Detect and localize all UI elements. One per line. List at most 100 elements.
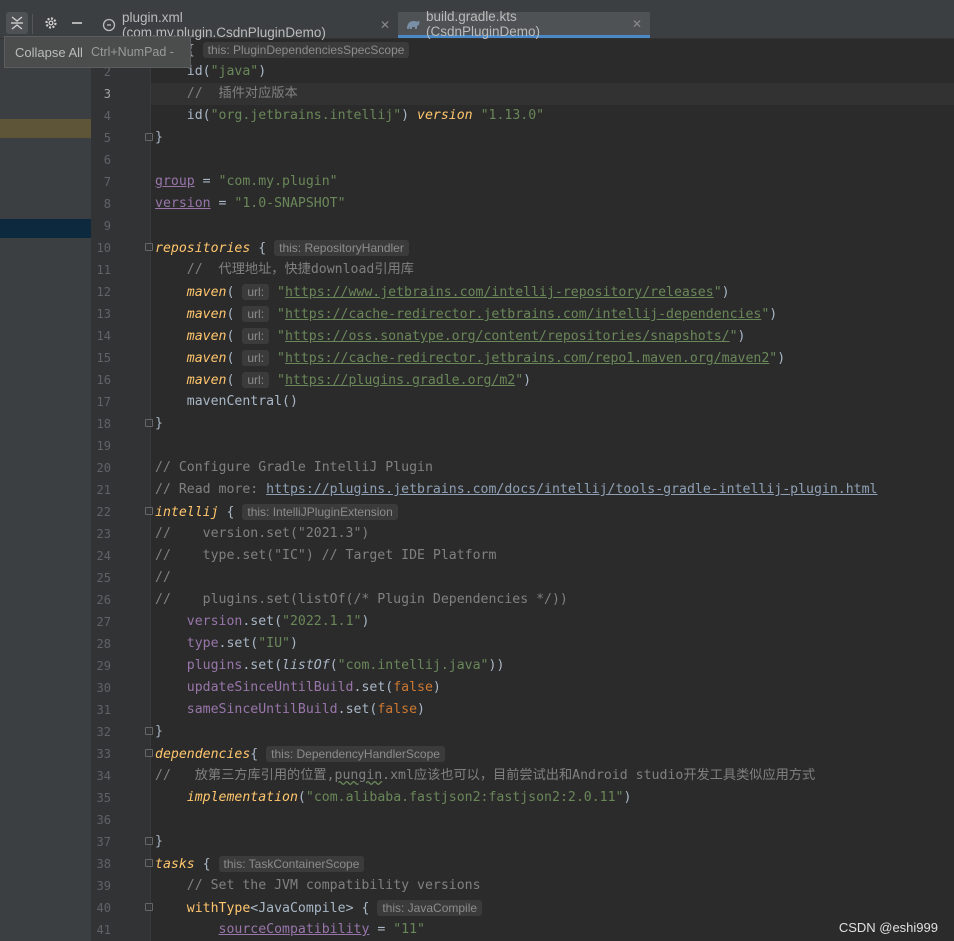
fold-marker-icon[interactable]: [145, 507, 153, 515]
code-line[interactable]: 9: [91, 215, 954, 237]
property: group: [155, 174, 195, 189]
code-text: ): [401, 108, 418, 123]
url-link[interactable]: https://plugins.gradle.org/m2: [285, 373, 515, 388]
code-line[interactable]: ins { this: PluginDependenciesSpecScope: [91, 39, 954, 61]
code-line[interactable]: 8 version = "1.0-SNAPSHOT": [91, 193, 954, 215]
code-line[interactable]: 14 maven( url: "https://oss.sonatype.org…: [91, 325, 954, 347]
code-line[interactable]: 23 // version.set("2021.3"): [91, 523, 954, 545]
line-number: 3: [103, 87, 111, 101]
close-icon[interactable]: ✕: [632, 17, 642, 31]
line-number: 33: [96, 747, 111, 761]
property: version: [186, 614, 243, 629]
fold-marker-icon[interactable]: [145, 727, 153, 735]
fold-marker-icon[interactable]: [145, 859, 153, 867]
url-link[interactable]: https://www.jetbrains.com/intellij-repos…: [285, 285, 714, 300]
property: version: [155, 196, 211, 211]
code-text: ): [623, 790, 632, 805]
code-line[interactable]: 34 // 放第三方库引用的位置,pungin.xml应该也可以，目前尝试出和An…: [91, 765, 954, 787]
keyword: false: [377, 702, 418, 717]
tooltip-shortcut: Ctrl+NumPad -: [90, 45, 174, 59]
tab-build-gradle[interactable]: build.gradle.kts (CsdnPluginDemo) ✕: [398, 8, 650, 39]
code-line[interactable]: 4 id("org.jetbrains.intellij") version "…: [91, 105, 954, 127]
string-literal: "IU": [258, 636, 290, 651]
infix-function: version: [417, 108, 473, 123]
code-line[interactable]: 16 maven( url: "https://plugins.gradle.o…: [91, 369, 954, 391]
string-literal: "com.my.plugin": [218, 174, 338, 189]
code-line[interactable]: 20 // Configure Gradle IntelliJ Plugin: [91, 457, 954, 479]
fold-marker-icon[interactable]: [145, 749, 153, 757]
code-line[interactable]: 10 repositories { this: RepositoryHandler: [91, 237, 954, 259]
code-line[interactable]: 2 id("java"): [91, 61, 954, 83]
line-number: 27: [96, 615, 111, 629]
code-line[interactable]: 38 tasks { this: TaskContainerScope: [91, 853, 954, 875]
function-call: repositories: [155, 241, 251, 256]
fold-marker-icon[interactable]: [145, 419, 153, 427]
code-line[interactable]: 37}: [91, 831, 954, 853]
code-line[interactable]: 13 maven( url: "https://cache-redirector…: [91, 303, 954, 325]
string-literal: "com.alibaba.fastjson2:fastjson2:2.0.11": [305, 790, 624, 805]
code-editor[interactable]: ins { this: PluginDependenciesSpecScope …: [91, 39, 954, 941]
line-number: 8: [103, 197, 111, 211]
code-line[interactable]: 6: [91, 149, 954, 171]
line-number: 37: [96, 835, 111, 849]
code-line[interactable]: 17 mavenCentral(): [91, 391, 954, 413]
project-tool-window[interactable]: [0, 39, 91, 941]
code-line[interactable]: 33 dependencies{ this: DependencyHandlerS…: [91, 743, 954, 765]
code-line[interactable]: 30 updateSinceUntilBuild.set(false): [91, 677, 954, 699]
fold-marker-icon[interactable]: [145, 133, 153, 141]
code-line[interactable]: 27 version.set("2022.1.1"): [91, 611, 954, 633]
property: plugins: [186, 658, 243, 673]
code-line[interactable]: 25 //: [91, 567, 954, 589]
url-link[interactable]: https://cache-redirector.jetbrains.com/r…: [285, 351, 769, 366]
code-line[interactable]: 32}: [91, 721, 954, 743]
code-line[interactable]: 21 // Read more: https://plugins.jetbrain…: [91, 479, 954, 501]
code-line[interactable]: 22 intellij { this: IntelliJPluginExtensi…: [91, 501, 954, 523]
comment: // plugins.set(listOf(/* Plugin Dependen…: [155, 592, 568, 607]
tree-row-selected[interactable]: [0, 219, 91, 238]
line-number: 4: [103, 109, 111, 123]
code-line[interactable]: 29 plugins.set(listOf("com.intellij.java…: [91, 655, 954, 677]
tooltip-title: Collapse All: [15, 44, 83, 60]
comment: .xml应该也可以，目前尝试出和Android studio开发工具类似应用方式: [382, 768, 816, 783]
code-line[interactable]: 18}: [91, 413, 954, 435]
code-line[interactable]: 7 group = "com.my.plugin": [91, 171, 954, 193]
collapse-all-icon[interactable]: [6, 12, 28, 34]
inlay-hint: url:: [242, 350, 270, 366]
code-text: )): [488, 658, 505, 673]
fold-marker-icon[interactable]: [145, 243, 153, 251]
line-number: 5: [103, 131, 111, 145]
code-line[interactable]: 35 implementation("com.alibaba.fastjson2…: [91, 787, 954, 809]
code-text: }: [155, 724, 163, 739]
code-line[interactable]: 15 maven( url: "https://cache-redirector…: [91, 347, 954, 369]
code-line[interactable]: 5}: [91, 127, 954, 149]
url-link[interactable]: https://plugins.jetbrains.com/docs/intel…: [266, 482, 877, 497]
minimize-icon[interactable]: [66, 12, 88, 34]
function-call: maven: [186, 285, 227, 300]
code-line[interactable]: 11 // 代理地址，快捷download引用库: [91, 259, 954, 281]
tree-row-highlighted[interactable]: [0, 119, 91, 138]
fold-marker-icon[interactable]: [145, 837, 153, 845]
code-text: ): [721, 285, 730, 300]
url-link[interactable]: https://oss.sonatype.org/content/reposit…: [285, 329, 730, 344]
line-number: 41: [96, 923, 111, 937]
code-line[interactable]: 26 // plugins.set(listOf(/* Plugin Depend…: [91, 589, 954, 611]
code-line[interactable]: 3 // 插件对应版本: [91, 83, 954, 105]
tab-plugin-xml[interactable]: plugin.xml (com.my.plugin.CsdnPluginDemo…: [94, 10, 398, 40]
code-line[interactable]: 40 withType<JavaCompile> { this: JavaCom…: [91, 897, 954, 919]
code-line[interactable]: 41 sourceCompatibility = "11": [91, 919, 954, 941]
comment: // 放第三方库引用的位置,: [155, 768, 335, 783]
code-line[interactable]: 31 sameSinceUntilBuild.set(false): [91, 699, 954, 721]
url-link[interactable]: https://cache-redirector.jetbrains.com/i…: [285, 307, 761, 322]
gear-icon[interactable]: [40, 12, 62, 34]
tab-label: build.gradle.kts (CsdnPluginDemo): [426, 8, 541, 39]
property: sameSinceUntilBuild: [186, 702, 338, 717]
code-line[interactable]: 24 // type.set("IC") // Target IDE Platfo…: [91, 545, 954, 567]
code-line[interactable]: 28 type.set("IU"): [91, 633, 954, 655]
code-line[interactable]: 19: [91, 435, 954, 457]
comment: //: [155, 570, 171, 585]
code-line[interactable]: 12 maven( url: "https://www.jetbrains.co…: [91, 281, 954, 303]
code-line[interactable]: 36: [91, 809, 954, 831]
fold-marker-icon[interactable]: [145, 903, 153, 911]
code-line[interactable]: 39 // Set the JVM compatibility versions: [91, 875, 954, 897]
close-icon[interactable]: ✕: [380, 18, 390, 32]
